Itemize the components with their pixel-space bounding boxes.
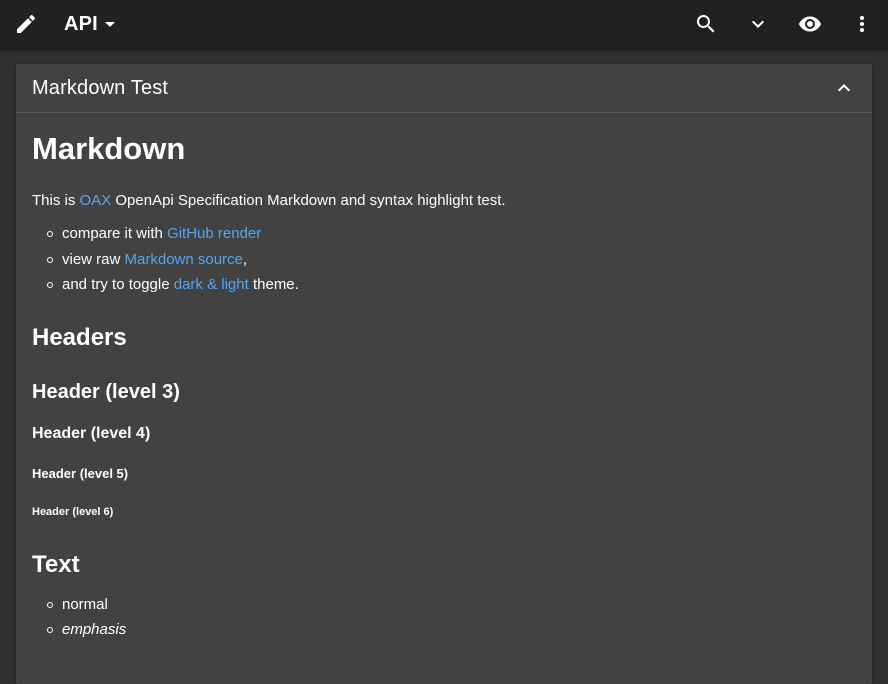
list-item-suffix: theme.: [248, 276, 299, 293]
list-item: and try to toggle dark & light theme.: [47, 272, 852, 298]
list-item-prefix: and try to toggle: [62, 276, 174, 293]
heading-level-6: Header (level 6): [32, 505, 114, 518]
heading-markdown: Markdown: [32, 131, 186, 166]
list-item: normal: [47, 592, 852, 618]
text-style-list: normal emphasis: [32, 592, 852, 643]
intro-suffix: OpenApi Specification Markdown and synta…: [111, 192, 506, 209]
list-item: compare it with GitHub render: [47, 221, 852, 247]
pencil-icon[interactable]: [14, 12, 38, 36]
theme-toggle-link[interactable]: dark & light: [174, 276, 249, 293]
intro-prefix: This is: [32, 192, 80, 209]
more-vert-icon[interactable]: [850, 12, 874, 36]
list-item-prefix: compare it with: [62, 225, 168, 242]
intro-paragraph: This is OAX OpenApi Specification Markdo…: [32, 191, 852, 211]
app-bar: API: [0, 0, 888, 48]
panel-header[interactable]: Markdown Test: [16, 64, 872, 113]
list-item: view raw Markdown source,: [47, 247, 852, 273]
api-label: API: [64, 12, 98, 35]
links-list: compare it with GitHub render view raw M…: [32, 221, 852, 298]
emphasis-text: emphasis: [62, 621, 127, 638]
heading-text: Text: [32, 550, 80, 578]
markdown-content: Markdown This is OAX OpenApi Specificati…: [32, 113, 852, 643]
heading-headers: Headers: [32, 323, 127, 351]
heading-level-5: Header (level 5): [32, 465, 129, 481]
chevron-up-icon[interactable]: [832, 76, 856, 100]
api-selector[interactable]: API: [64, 11, 122, 37]
normal-text: normal: [62, 595, 108, 613]
eye-icon[interactable]: [798, 12, 822, 36]
heading-level-3: Header (level 3): [32, 380, 180, 403]
github-render-link[interactable]: GitHub render: [167, 225, 261, 242]
list-item-suffix: ,: [242, 250, 248, 268]
oax-link[interactable]: OAX: [80, 192, 112, 209]
expansion-panel: Markdown Test Markdown This is OAX OpenA…: [16, 64, 872, 684]
list-item: emphasis: [47, 617, 852, 643]
panel-title: Markdown Test: [32, 77, 169, 99]
dropdown-arrow-icon: [104, 22, 115, 27]
markdown-source-link[interactable]: Markdown source: [125, 251, 243, 268]
list-item-prefix: view raw: [62, 250, 125, 268]
chevron-down-icon[interactable]: [746, 12, 770, 36]
search-icon[interactable]: [694, 12, 718, 36]
heading-level-4: Header (level 4): [32, 424, 151, 442]
